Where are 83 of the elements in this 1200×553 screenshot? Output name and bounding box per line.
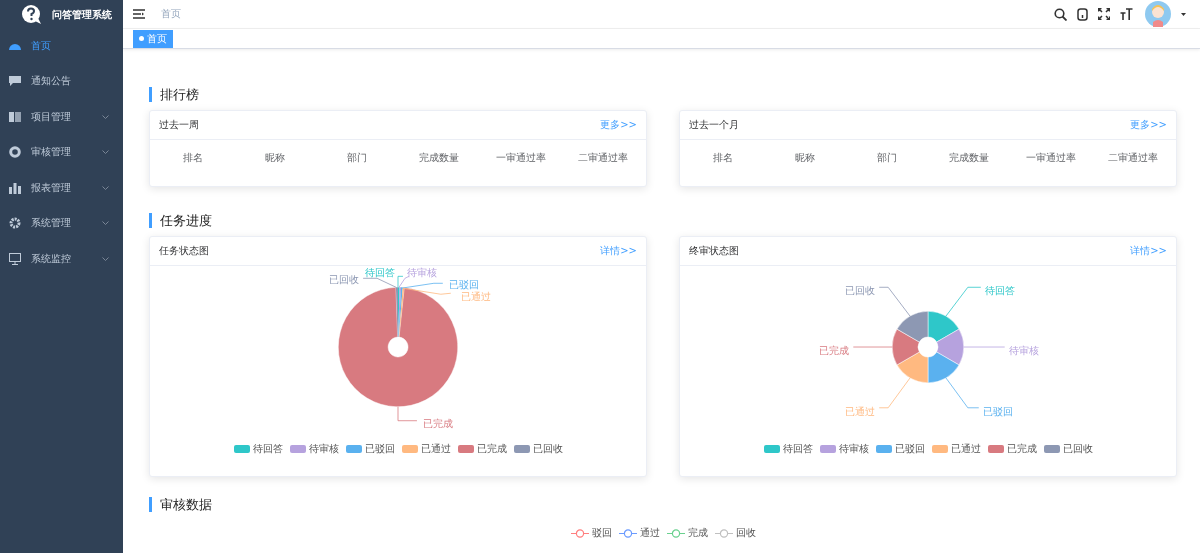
pie-slice: [896, 351, 929, 384]
sidebar-item[interactable]: 通知公告: [0, 63, 123, 99]
slice-label: 已驳回: [448, 279, 479, 291]
monitor-icon: [9, 252, 21, 265]
sidebar-item[interactable]: 审核管理: [0, 134, 123, 170]
column-header: 完成数量: [948, 151, 990, 165]
legend-label[interactable]: 已通过: [950, 442, 981, 456]
column-header: 部门: [346, 151, 368, 165]
question-bubble-icon: [21, 4, 43, 26]
column-header: 一审通过率: [1025, 151, 1077, 165]
slice-label: 已回收: [329, 274, 360, 286]
slice-label: 待回答: [984, 285, 1015, 297]
font-size-icon[interactable]: [1120, 8, 1133, 20]
column-header: 二审通过率: [577, 151, 629, 165]
leader-line: [963, 346, 1006, 348]
legend-label[interactable]: 已驳回: [894, 442, 925, 456]
legend-label[interactable]: 通过: [639, 526, 660, 540]
legend-label[interactable]: 已完成: [476, 442, 507, 456]
card-title: 过去一周: [159, 118, 199, 132]
sidebar-item[interactable]: 系统监控: [0, 241, 123, 277]
legend-label[interactable]: 完成: [687, 526, 708, 540]
column-header: 部门: [876, 151, 898, 165]
card-title: 过去一个月: [689, 118, 739, 132]
slice-label: 待审核: [1008, 345, 1039, 356]
slice-label: 待审核: [406, 267, 437, 279]
column-header: 排名: [712, 151, 734, 165]
pie-slice: [891, 328, 920, 366]
menu-icon[interactable]: [133, 9, 145, 19]
sidebar-item[interactable]: 首页: [0, 28, 123, 64]
column-header: 完成数量: [418, 151, 460, 165]
slice-label: 已回收: [845, 285, 876, 297]
caret-down-icon[interactable]: [1181, 12, 1186, 16]
legend-label[interactable]: 驳回: [591, 526, 612, 540]
legend-label[interactable]: 已完成: [1006, 442, 1037, 456]
leader-line: [945, 377, 980, 409]
pie-slice: [896, 310, 929, 343]
thin-pie-slices-drawing: [395, 287, 405, 338]
pie-slice: [927, 310, 960, 343]
card-title: 终审状态图: [689, 244, 739, 258]
section-title: 任务进度: [149, 213, 1177, 228]
fullscreen-icon[interactable]: [1098, 8, 1110, 20]
slice-label: 已完成: [422, 417, 453, 429]
search-icon[interactable]: [1054, 7, 1067, 21]
pie-slice: [936, 328, 965, 366]
legend-label[interactable]: 待回答: [782, 442, 813, 456]
bars-icon: [9, 181, 21, 194]
document-icon[interactable]: [1077, 7, 1088, 21]
slice-label: 已通过: [460, 291, 491, 303]
section-title: 审核数据: [149, 497, 1177, 512]
app-title: 问答管理系统: [52, 8, 112, 22]
sidebar-item[interactable]: 项目管理: [0, 99, 123, 135]
slice-label: 已通过: [845, 405, 876, 417]
section-title: 排行榜: [149, 87, 1177, 102]
slice-label: 已驳回: [982, 405, 1013, 417]
card-title: 任务状态图: [159, 244, 209, 258]
column-header: 昵称: [794, 151, 816, 165]
gear-icon: [9, 217, 21, 230]
legend-label[interactable]: 已回收: [532, 442, 563, 456]
message-icon: [9, 75, 21, 88]
column-header: 一审通过率: [495, 151, 547, 165]
leader-line: [852, 346, 893, 348]
breadcrumb: 首页: [161, 7, 181, 21]
legend-label[interactable]: 待回答: [252, 442, 283, 456]
column-header: 二审通过率: [1107, 151, 1159, 165]
book-icon: [9, 110, 21, 123]
sidebar-item[interactable]: 系统管理: [0, 205, 123, 241]
slice-label: 已完成: [819, 345, 850, 356]
pie-slice: [927, 351, 960, 384]
column-header: 昵称: [264, 151, 286, 165]
leader-line: [878, 377, 911, 409]
column-header: 排名: [182, 151, 204, 165]
leader-line: [397, 406, 418, 422]
leader-line: [945, 286, 982, 317]
leader-line: [878, 286, 911, 317]
legend-label[interactable]: 已通过: [420, 442, 451, 456]
legend-label[interactable]: 回收: [735, 526, 756, 540]
legend-label[interactable]: 已回收: [1062, 442, 1093, 456]
legend-label[interactable]: 待审核: [838, 442, 869, 456]
legend-label[interactable]: 已驳回: [364, 442, 395, 456]
legend-label[interactable]: 待审核: [308, 442, 339, 456]
ring-icon: [9, 146, 21, 159]
sidebar-item[interactable]: 报表管理: [0, 170, 123, 206]
slice-label: 待回答: [365, 267, 395, 279]
